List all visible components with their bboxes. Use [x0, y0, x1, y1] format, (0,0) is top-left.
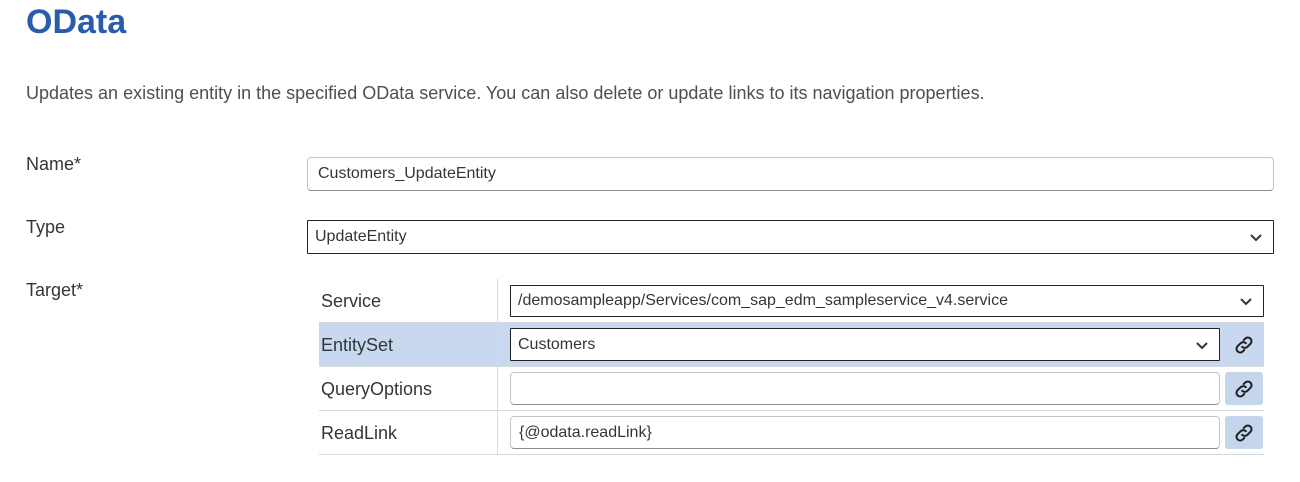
target-properties-table: Service /demosampleapp/Services/com_sap_… [319, 279, 1264, 455]
entityset-select[interactable]: Customers [510, 328, 1220, 361]
target-row-readlink: ReadLink [319, 411, 1264, 455]
page-title: OData [26, 3, 127, 41]
target-key-entityset: EntitySet [321, 335, 394, 355]
link-icon [1235, 380, 1253, 397]
queryoptions-input[interactable] [510, 372, 1220, 405]
page-description: Updates an existing entity in the specif… [26, 83, 985, 103]
link-icon [1235, 424, 1253, 441]
table-column-divider [497, 279, 498, 455]
chevron-down-icon [1250, 234, 1262, 242]
target-label: Target* [26, 280, 84, 300]
chevron-down-icon [1240, 298, 1252, 306]
queryoptions-bind-button[interactable] [1225, 372, 1263, 405]
target-key-readlink: ReadLink [321, 423, 398, 443]
service-select[interactable]: /demosampleapp/Services/com_sap_edm_samp… [510, 285, 1264, 317]
target-key-service: Service [321, 291, 382, 311]
link-icon [1235, 336, 1253, 353]
target-key-queryoptions: QueryOptions [321, 379, 433, 399]
entityset-select-value: Customers [518, 335, 596, 353]
readlink-input[interactable] [510, 416, 1220, 449]
service-select-value: /demosampleapp/Services/com_sap_edm_samp… [518, 292, 1009, 309]
type-select[interactable]: UpdateEntity [307, 220, 1274, 254]
entityset-bind-button[interactable] [1225, 328, 1263, 361]
readlink-bind-button[interactable] [1225, 416, 1263, 449]
type-label: Type [26, 217, 66, 237]
name-input[interactable] [307, 157, 1274, 191]
target-row-entityset: EntitySet Customers [319, 323, 1264, 367]
target-row-service: Service /demosampleapp/Services/com_sap_… [319, 279, 1264, 323]
chevron-down-icon [1196, 341, 1208, 349]
target-row-queryoptions: QueryOptions [319, 367, 1264, 411]
name-label: Name* [26, 154, 82, 174]
type-select-value: UpdateEntity [315, 228, 407, 245]
